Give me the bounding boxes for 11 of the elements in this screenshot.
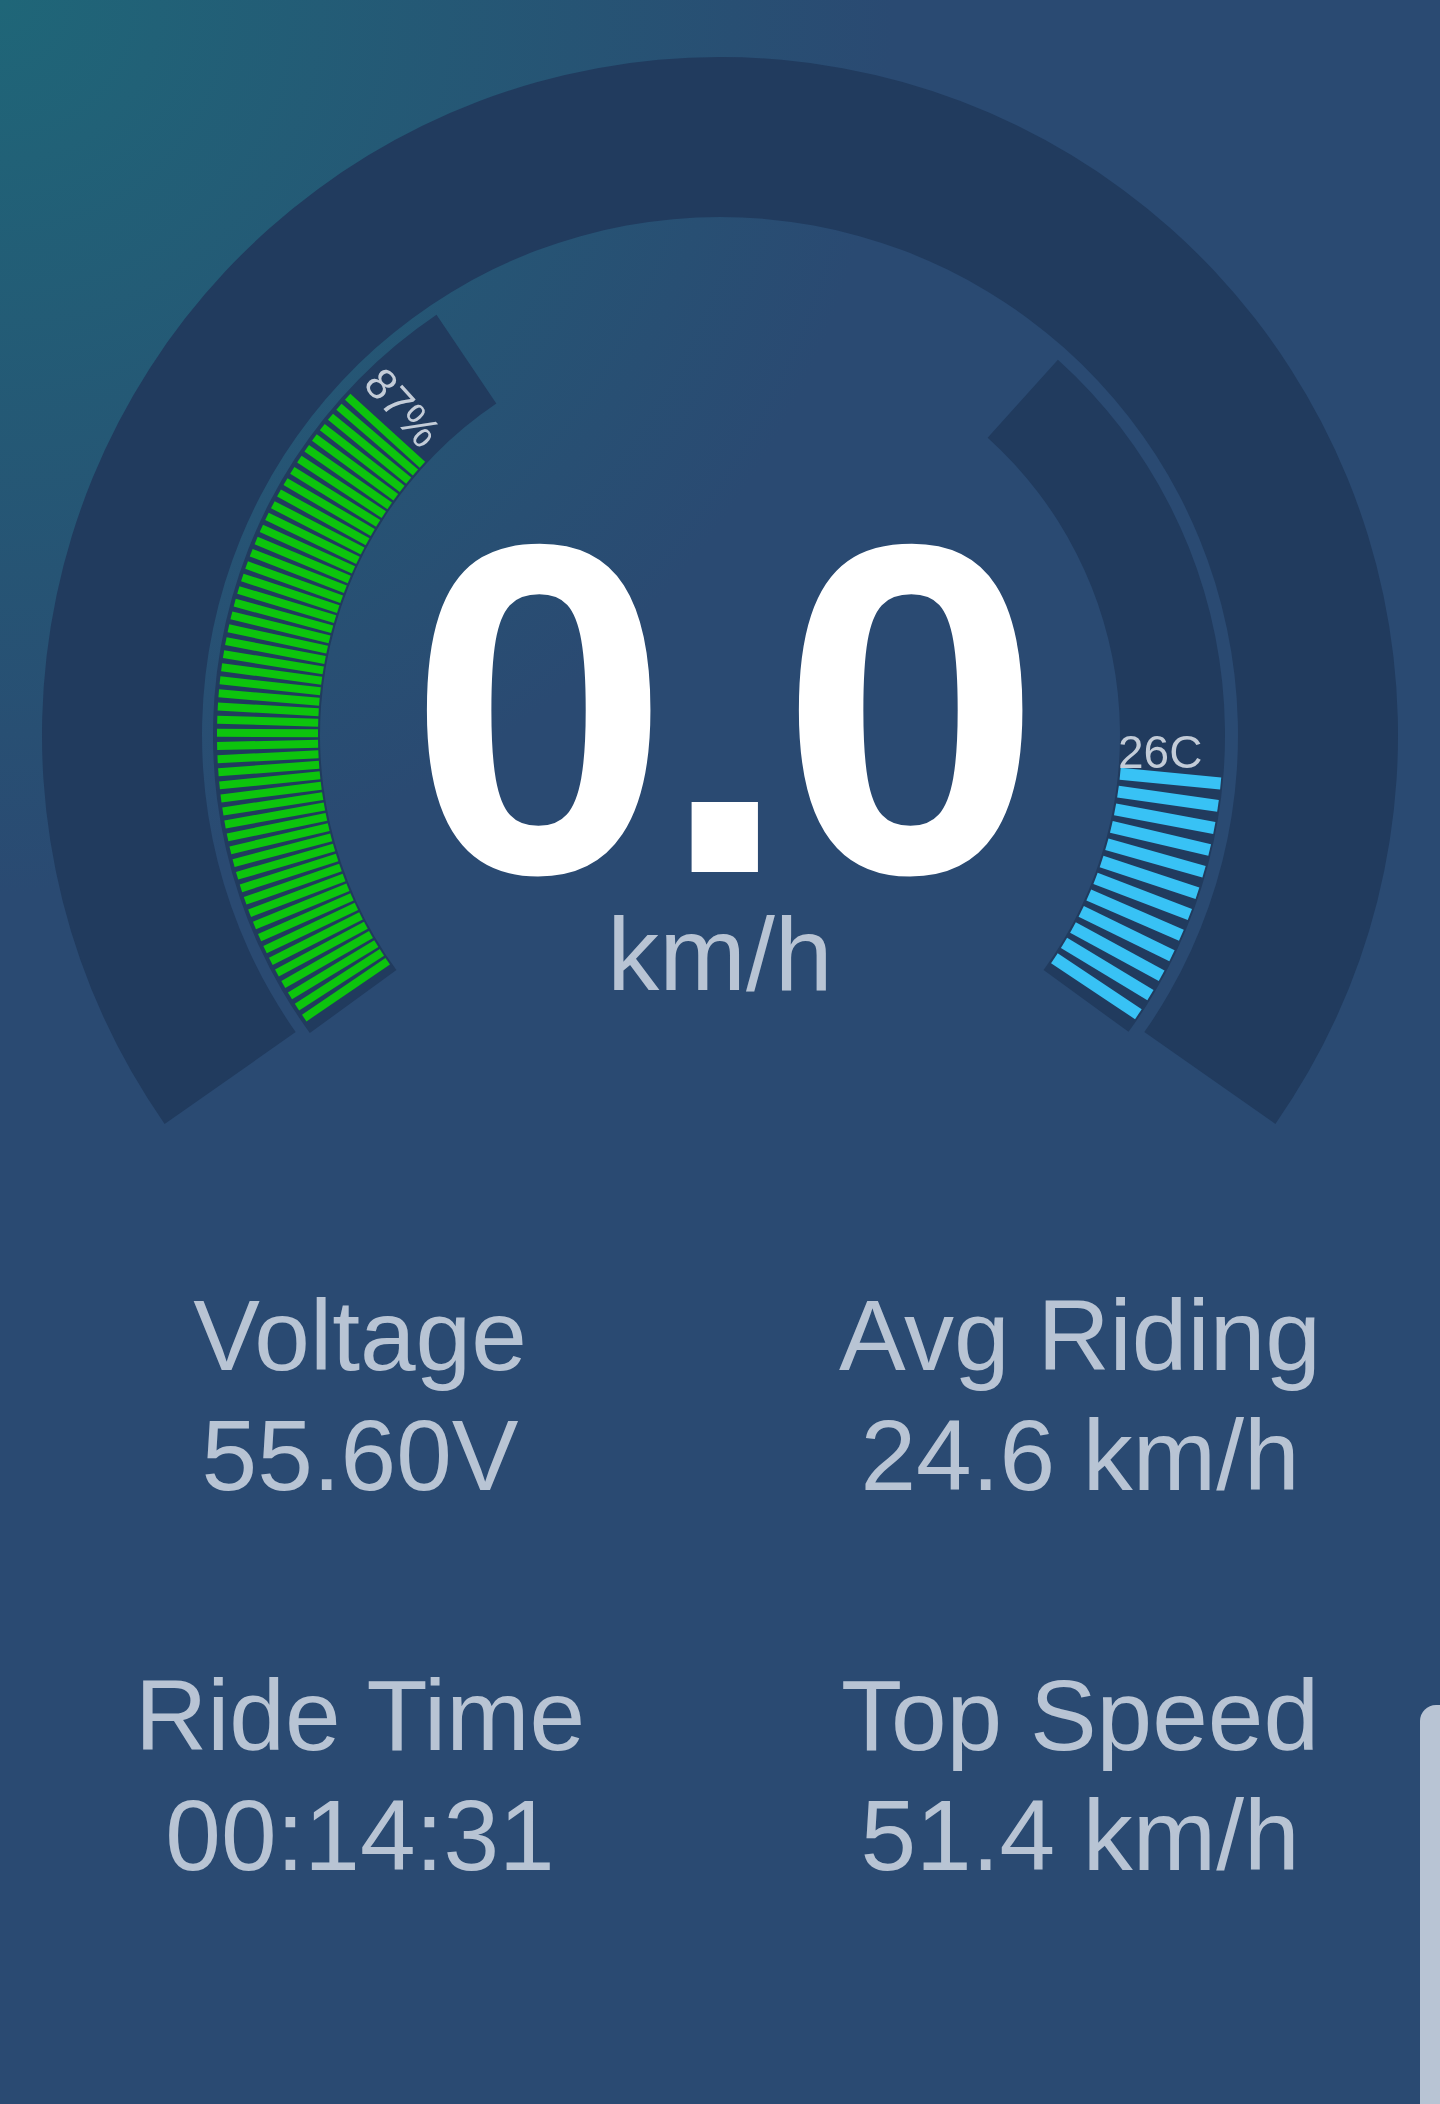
stat-value: 55.60V xyxy=(201,1400,519,1510)
stat-value: 24.6 km/h xyxy=(860,1400,1300,1510)
stat-label: Avg Riding xyxy=(839,1280,1321,1390)
stat-label: Ride Time xyxy=(134,1660,586,1770)
stat-label: Voltage xyxy=(193,1280,527,1390)
stat-value: 51.4 km/h xyxy=(860,1780,1300,1890)
temperature-reading: 26C xyxy=(1118,726,1203,778)
stat-label: Top Speed xyxy=(840,1660,1320,1770)
speed-unit: km/h xyxy=(607,902,833,1006)
stat-value: 00:14:31 xyxy=(165,1780,555,1890)
speed-reading: 0.0 xyxy=(408,522,1032,898)
